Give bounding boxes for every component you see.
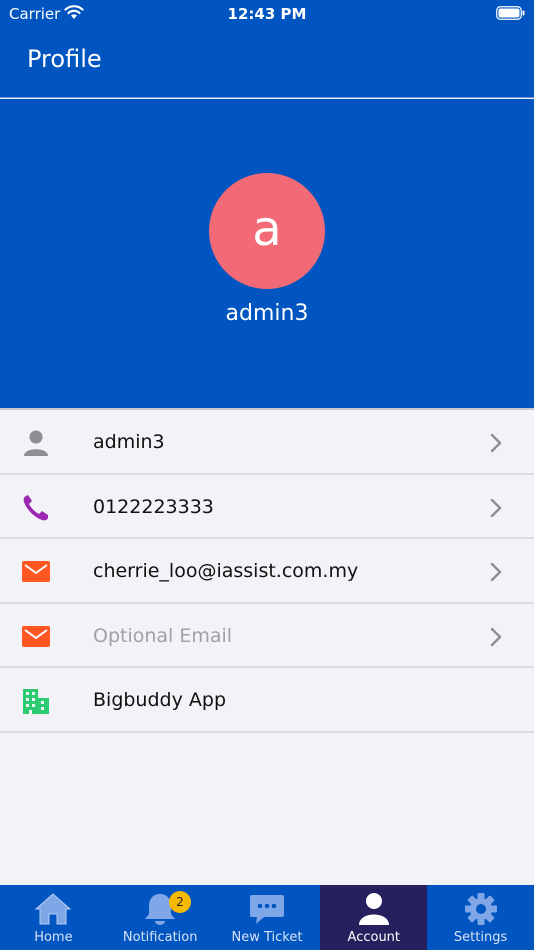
chevron-right-icon (490, 562, 502, 582)
mail-icon (22, 561, 50, 582)
username-value: admin3 (93, 431, 165, 453)
status-time: 12:43 PM (227, 5, 307, 23)
list-item-company: Bigbuddy App (0, 668, 534, 733)
list-item-phone[interactable]: 0122223333 (0, 474, 534, 539)
home-icon (35, 893, 72, 925)
gear-icon (464, 893, 497, 925)
tab-new-ticket[interactable]: New Ticket (214, 885, 321, 950)
tab-settings[interactable]: Settings (427, 885, 534, 950)
profile-header: a admin3 (0, 99, 534, 408)
page-title: Profile (27, 45, 102, 73)
tab-settings-label: Settings (453, 930, 508, 945)
company-value: Bigbuddy App (93, 689, 226, 711)
list-item-email[interactable]: cherrie_loo@iassist.com.my (0, 539, 534, 604)
profile-name: admin3 (225, 301, 309, 326)
nav-bar: Profile (0, 30, 534, 98)
battery-icon (496, 6, 525, 20)
tab-new-ticket-label: New Ticket (231, 930, 303, 945)
profile-info-list: admin3 0122223333 cherrie_loo@iassist.co… (0, 408, 534, 733)
chat-icon (249, 895, 284, 924)
phone-value: 0122223333 (93, 495, 214, 518)
tab-notification[interactable]: Notification (107, 885, 214, 950)
building-icon (23, 689, 49, 714)
list-item-username[interactable]: admin3 (0, 410, 534, 475)
chevron-right-icon (490, 627, 502, 646)
chevron-right-icon (490, 498, 502, 517)
email-value: cherrie_loo@iassist.com.my (93, 560, 359, 582)
optional-email-placeholder: Optional Email (93, 624, 233, 647)
tab-account[interactable]: Account (320, 885, 428, 950)
tab-account-label: Account (347, 930, 401, 945)
chevron-right-icon (490, 433, 502, 453)
avatar[interactable]: a (209, 173, 325, 289)
user-icon (24, 430, 48, 456)
tab-bar: Home Notification New Ticket Account Set… (0, 885, 534, 950)
tab-home[interactable]: Home (0, 885, 107, 950)
list-item-optional-email[interactable]: Optional Email (0, 603, 534, 668)
notification-badge: 2 (169, 891, 191, 913)
status-bar: Carrier 12:43 PM (0, 0, 534, 30)
tab-home-label: Home (34, 930, 73, 945)
person-icon (358, 893, 389, 925)
phone-icon (23, 494, 48, 520)
mail-icon (22, 625, 50, 647)
tab-notification-label: Notification (122, 930, 198, 945)
